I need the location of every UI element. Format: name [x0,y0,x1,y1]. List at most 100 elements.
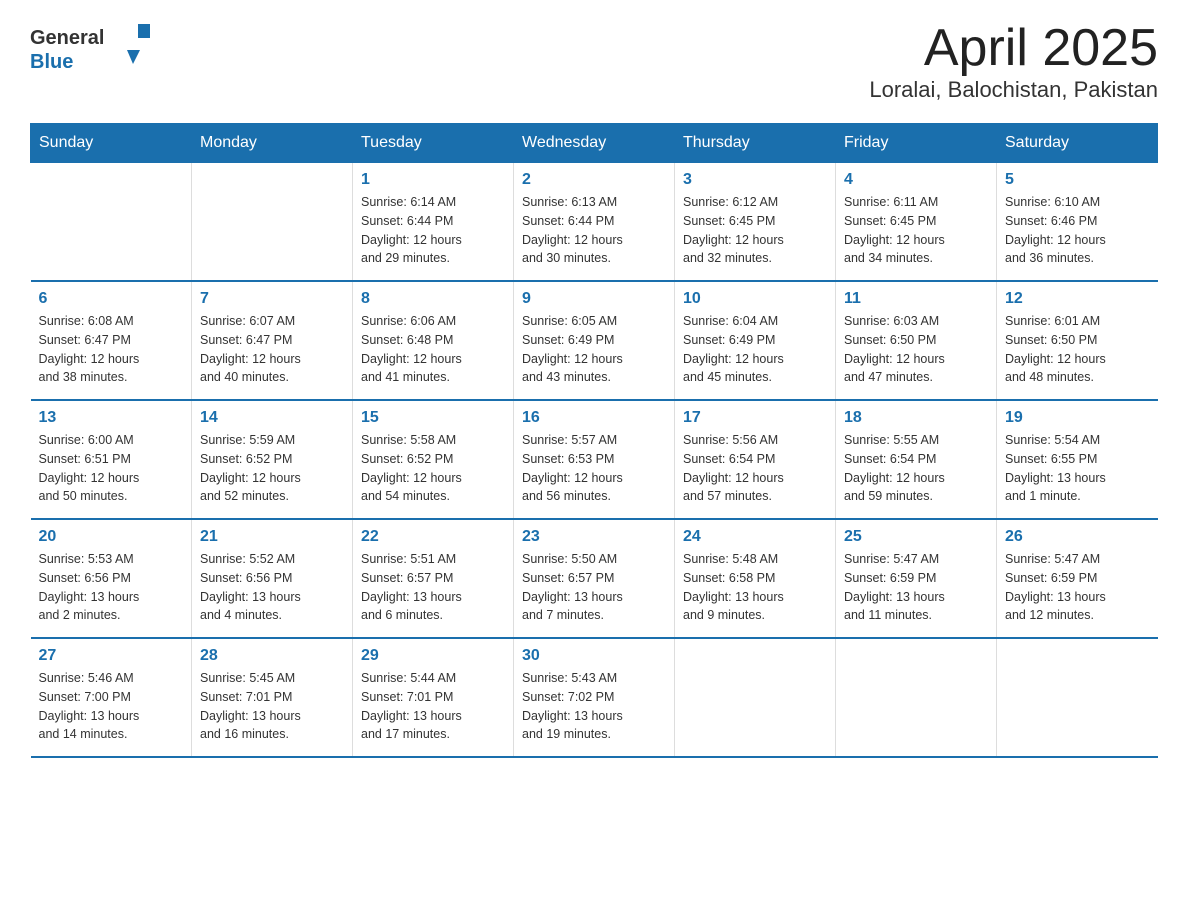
day-info: Sunrise: 5:51 AMSunset: 6:57 PMDaylight:… [361,550,505,625]
header-saturday: Saturday [997,124,1158,163]
day-info: Sunrise: 5:46 AMSunset: 7:00 PMDaylight:… [39,669,184,744]
calendar-cell: 27 Sunrise: 5:46 AMSunset: 7:00 PMDayligh… [31,638,192,757]
header-monday: Monday [192,124,353,163]
header-thursday: Thursday [675,124,836,163]
svg-text:Blue: Blue [30,51,73,73]
title-block: April 2025 Loralai, Balochistan, Pakista… [869,20,1158,103]
calendar-cell: 24 Sunrise: 5:48 AMSunset: 6:58 PMDayligh… [675,519,836,638]
calendar-header-row: Sunday Monday Tuesday Wednesday Thursday… [31,124,1158,163]
calendar-cell: 5 Sunrise: 6:10 AMSunset: 6:46 PMDaylight… [997,163,1158,282]
day-info: Sunrise: 6:07 AMSunset: 6:47 PMDaylight:… [200,312,344,387]
day-number: 28 [200,647,344,665]
calendar-cell [836,638,997,757]
day-info: Sunrise: 5:44 AMSunset: 7:01 PMDaylight:… [361,669,505,744]
day-number: 19 [1005,409,1150,427]
calendar-cell: 19 Sunrise: 5:54 AMSunset: 6:55 PMDayligh… [997,400,1158,519]
day-info: Sunrise: 5:59 AMSunset: 6:52 PMDaylight:… [200,431,344,506]
day-info: Sunrise: 6:14 AMSunset: 6:44 PMDaylight:… [361,193,505,268]
day-number: 7 [200,290,344,308]
calendar-cell: 29 Sunrise: 5:44 AMSunset: 7:01 PMDayligh… [353,638,514,757]
calendar-cell: 22Sunrise: 5:51 AMSunset: 6:57 PMDayligh… [353,519,514,638]
day-info: Sunrise: 5:54 AMSunset: 6:55 PMDaylight:… [1005,431,1150,506]
calendar-cell [192,163,353,282]
calendar-cell: 15 Sunrise: 5:58 AMSunset: 6:52 PMDayligh… [353,400,514,519]
calendar-cell: 30 Sunrise: 5:43 AMSunset: 7:02 PMDayligh… [514,638,675,757]
calendar-cell: 26 Sunrise: 5:47 AMSunset: 6:59 PMDayligh… [997,519,1158,638]
day-info: Sunrise: 6:08 AMSunset: 6:47 PMDaylight:… [39,312,184,387]
day-number: 2 [522,171,666,189]
day-number: 17 [683,409,827,427]
day-number: 6 [39,290,184,308]
day-info: Sunrise: 5:47 AMSunset: 6:59 PMDaylight:… [844,550,988,625]
day-number: 9 [522,290,666,308]
day-number: 13 [39,409,184,427]
calendar-cell: 21 Sunrise: 5:52 AMSunset: 6:56 PMDayligh… [192,519,353,638]
calendar-cell: 17 Sunrise: 5:56 AMSunset: 6:54 PMDayligh… [675,400,836,519]
day-info: Sunrise: 6:05 AMSunset: 6:49 PMDaylight:… [522,312,666,387]
day-number: 14 [200,409,344,427]
day-info: Sunrise: 6:13 AMSunset: 6:44 PMDaylight:… [522,193,666,268]
calendar-cell [997,638,1158,757]
calendar-cell: 8Sunrise: 6:06 AMSunset: 6:48 PMDaylight… [353,281,514,400]
day-info: Sunrise: 5:45 AMSunset: 7:01 PMDaylight:… [200,669,344,744]
svg-text:General: General [30,27,104,49]
logo-svg: General Blue [30,20,150,80]
day-number: 3 [683,171,827,189]
calendar-cell: 4Sunrise: 6:11 AMSunset: 6:45 PMDaylight… [836,163,997,282]
day-info: Sunrise: 6:01 AMSunset: 6:50 PMDaylight:… [1005,312,1150,387]
header-friday: Friday [836,124,997,163]
day-number: 23 [522,528,666,546]
day-number: 30 [522,647,666,665]
day-info: Sunrise: 6:10 AMSunset: 6:46 PMDaylight:… [1005,193,1150,268]
calendar-cell: 7 Sunrise: 6:07 AMSunset: 6:47 PMDaylight… [192,281,353,400]
day-number: 20 [39,528,184,546]
day-info: Sunrise: 5:56 AMSunset: 6:54 PMDaylight:… [683,431,827,506]
day-info: Sunrise: 6:03 AMSunset: 6:50 PMDaylight:… [844,312,988,387]
calendar-cell: 25 Sunrise: 5:47 AMSunset: 6:59 PMDayligh… [836,519,997,638]
day-number: 29 [361,647,505,665]
day-info: Sunrise: 5:52 AMSunset: 6:56 PMDaylight:… [200,550,344,625]
header-wednesday: Wednesday [514,124,675,163]
calendar-week-row: 6 Sunrise: 6:08 AMSunset: 6:47 PMDaylight… [31,281,1158,400]
calendar-cell: 11Sunrise: 6:03 AMSunset: 6:50 PMDayligh… [836,281,997,400]
calendar-cell: 2 Sunrise: 6:13 AMSunset: 6:44 PMDaylight… [514,163,675,282]
day-number: 8 [361,290,505,308]
header-tuesday: Tuesday [353,124,514,163]
day-info: Sunrise: 5:47 AMSunset: 6:59 PMDaylight:… [1005,550,1150,625]
calendar-cell: 28 Sunrise: 5:45 AMSunset: 7:01 PMDayligh… [192,638,353,757]
calendar-cell: 3Sunrise: 6:12 AMSunset: 6:45 PMDaylight… [675,163,836,282]
calendar-cell [31,163,192,282]
day-number: 16 [522,409,666,427]
calendar-week-row: 20 Sunrise: 5:53 AMSunset: 6:56 PMDayligh… [31,519,1158,638]
calendar-title: April 2025 [869,20,1158,77]
calendar-cell: 23 Sunrise: 5:50 AMSunset: 6:57 PMDayligh… [514,519,675,638]
calendar-cell: 16Sunrise: 5:57 AMSunset: 6:53 PMDayligh… [514,400,675,519]
logo: General Blue [30,20,150,80]
day-info: Sunrise: 5:43 AMSunset: 7:02 PMDaylight:… [522,669,666,744]
day-info: Sunrise: 5:48 AMSunset: 6:58 PMDaylight:… [683,550,827,625]
day-number: 26 [1005,528,1150,546]
calendar-week-row: 13 Sunrise: 6:00 AMSunset: 6:51 PMDayligh… [31,400,1158,519]
calendar-cell: 10 Sunrise: 6:04 AMSunset: 6:49 PMDayligh… [675,281,836,400]
day-number: 5 [1005,171,1150,189]
calendar-subtitle: Loralai, Balochistan, Pakistan [869,77,1158,103]
day-number: 21 [200,528,344,546]
day-number: 10 [683,290,827,308]
calendar-cell: 12Sunrise: 6:01 AMSunset: 6:50 PMDayligh… [997,281,1158,400]
day-info: Sunrise: 6:04 AMSunset: 6:49 PMDaylight:… [683,312,827,387]
calendar-week-row: 27 Sunrise: 5:46 AMSunset: 7:00 PMDayligh… [31,638,1158,757]
calendar-cell: 14 Sunrise: 5:59 AMSunset: 6:52 PMDayligh… [192,400,353,519]
header-sunday: Sunday [31,124,192,163]
day-info: Sunrise: 5:53 AMSunset: 6:56 PMDaylight:… [39,550,184,625]
page-header: General Blue April 2025 Loralai, Balochi… [30,20,1158,103]
day-number: 27 [39,647,184,665]
day-info: Sunrise: 5:55 AMSunset: 6:54 PMDaylight:… [844,431,988,506]
day-number: 24 [683,528,827,546]
day-number: 18 [844,409,988,427]
day-number: 15 [361,409,505,427]
day-info: Sunrise: 5:58 AMSunset: 6:52 PMDaylight:… [361,431,505,506]
day-number: 25 [844,528,988,546]
day-info: Sunrise: 6:00 AMSunset: 6:51 PMDaylight:… [39,431,184,506]
day-info: Sunrise: 5:50 AMSunset: 6:57 PMDaylight:… [522,550,666,625]
day-info: Sunrise: 6:11 AMSunset: 6:45 PMDaylight:… [844,193,988,268]
